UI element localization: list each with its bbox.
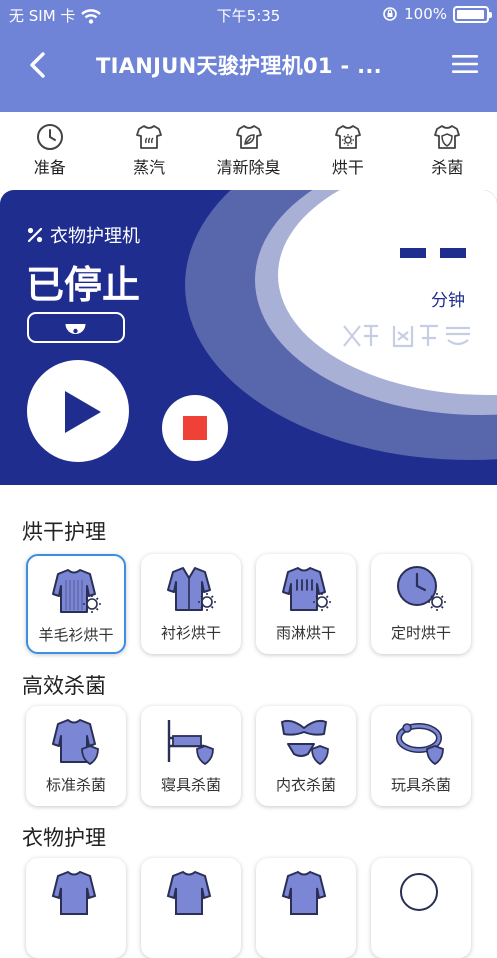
- remaining-time-display: [400, 248, 466, 258]
- clothing-care-shirt-icon: [51, 870, 97, 915]
- child-lock-toggle[interactable]: [27, 312, 125, 343]
- bedding-sterilize-icon: [167, 720, 214, 766]
- program-clothing-care-4[interactable]: [371, 858, 471, 958]
- mode-tab-label: 杀菌: [431, 158, 464, 177]
- steam-shirt-icon: [136, 125, 163, 149]
- start-button[interactable]: [27, 360, 129, 462]
- clothing-care-shirt-icon: [281, 870, 327, 915]
- play-icon: [65, 391, 101, 433]
- orientation-lock-icon: [383, 7, 397, 21]
- clothing-care-clock-icon: [400, 873, 438, 911]
- section-title-sterilize: 高效杀菌: [22, 674, 106, 698]
- clothing-care-grid: [26, 858, 471, 958]
- device-name: 衣物护理机: [50, 226, 140, 247]
- section-title-dry-care: 烘干护理: [22, 520, 106, 544]
- program-label: 玩具杀菌: [390, 776, 451, 794]
- program-label: 定时烘干: [390, 624, 451, 642]
- lock-icon: [65, 324, 86, 334]
- clock-icon: [36, 124, 63, 150]
- program-bedding-sterilize[interactable]: 寝具杀菌: [141, 706, 241, 806]
- sun-shirt-icon: [335, 125, 361, 149]
- clothing-care-shirt-icon: [166, 870, 212, 915]
- leaf-shirt-icon: [235, 125, 262, 149]
- rain-dry-icon: [282, 567, 331, 611]
- battery-icon: [453, 5, 492, 23]
- percent-icon: [27, 227, 43, 243]
- program-label: 衬衫烘干: [160, 624, 221, 642]
- standard-sterilize-icon: [52, 719, 99, 766]
- mode-tab-label: 准备: [33, 158, 66, 177]
- device-status-card: 衣物护理机 已停止 分钟: [0, 190, 497, 485]
- stop-button[interactable]: [162, 395, 228, 461]
- shield-shirt-icon: [434, 125, 461, 149]
- mode-tab-label: 烘干: [331, 158, 364, 177]
- time-unit: 分钟: [431, 291, 465, 311]
- program-label: 内衣杀菌: [275, 776, 336, 794]
- back-icon[interactable]: [24, 50, 54, 80]
- dry-care-grid: 羊毛衫烘干 衬衫烘干 雨淋烘干 定时烘干: [26, 554, 471, 654]
- sterilize-grid: 标准杀菌 寝具杀菌 内衣杀菌 玩具杀菌: [26, 706, 471, 806]
- sweater-dry-icon: [52, 569, 101, 613]
- status-bar: 无 SIM 卡 下午5:35 100%: [0, 0, 497, 30]
- section-title-clothing-care: 衣物护理: [22, 826, 106, 850]
- menu-icon[interactable]: [452, 54, 478, 74]
- mode-tab-prepare[interactable]: 准备: [0, 112, 99, 182]
- program-underwear-sterilize[interactable]: 内衣杀菌: [256, 706, 356, 806]
- toy-sterilize-icon: [396, 723, 444, 766]
- program-label: 寝具杀菌: [160, 776, 221, 794]
- mode-tab-dry[interactable]: 烘干: [298, 112, 397, 182]
- mode-tab-label: 蒸汽: [133, 158, 166, 177]
- program-clothing-care-2[interactable]: [141, 858, 241, 958]
- program-shirt-dry[interactable]: 衬衫烘干: [141, 554, 241, 654]
- device-state: 已停止: [26, 263, 141, 307]
- steam-dry-sterilize-watermark-icon: [343, 324, 470, 348]
- program-toy-sterilize[interactable]: 玩具杀菌: [371, 706, 471, 806]
- timer-dry-icon: [397, 566, 446, 611]
- program-label: 标准杀菌: [45, 776, 106, 794]
- shirt-dry-icon: [167, 567, 216, 611]
- program-timer-dry[interactable]: 定时烘干: [371, 554, 471, 654]
- program-wool-dry[interactable]: 羊毛衫烘干: [26, 554, 126, 654]
- mode-tab-label: 清新除臭: [216, 158, 281, 177]
- mode-tab-steam[interactable]: 蒸汽: [99, 112, 198, 182]
- program-label: 羊毛衫烘干: [38, 626, 114, 644]
- battery-percent: 100%: [404, 5, 447, 23]
- program-standard-sterilize[interactable]: 标准杀菌: [26, 706, 126, 806]
- mode-tabs: 准备 蒸汽 清新除臭 烘干 杀菌: [0, 112, 497, 182]
- program-clothing-care-1[interactable]: [26, 858, 126, 958]
- program-clothing-care-3[interactable]: [256, 858, 356, 958]
- mode-tab-sterilize[interactable]: 杀菌: [398, 112, 497, 182]
- page-title: TIANJUN天骏护理机01 - ...: [96, 54, 382, 78]
- program-rain-dry[interactable]: 雨淋烘干: [256, 554, 356, 654]
- app-header: 无 SIM 卡 下午5:35 100% TIANJUN天骏护理机01 - ...: [0, 0, 497, 112]
- nav-bar: TIANJUN天骏护理机01 - ...: [0, 38, 497, 90]
- underwear-sterilize-icon: [281, 719, 329, 766]
- program-label: 雨淋烘干: [275, 624, 336, 642]
- mode-tab-deodorize[interactable]: 清新除臭: [199, 112, 298, 182]
